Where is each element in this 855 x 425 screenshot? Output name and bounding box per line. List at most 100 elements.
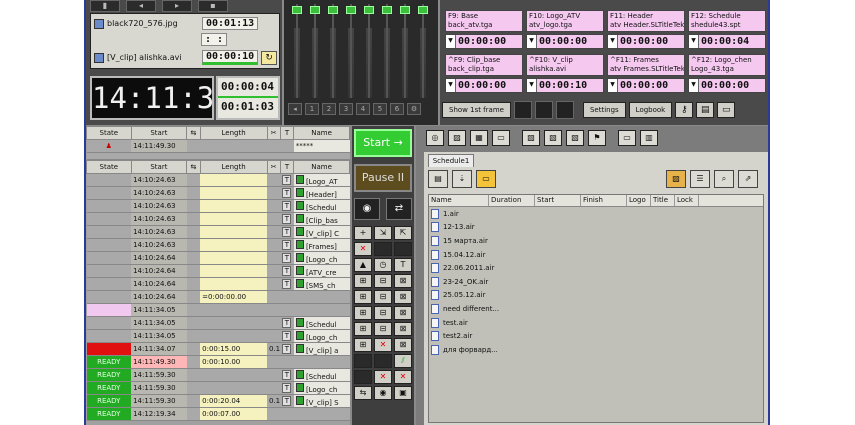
t-cell[interactable]: T xyxy=(280,225,294,239)
fkey-card[interactable]: ^F12: Logo_chen Logo_43.tga ▼ 00:00:00 xyxy=(688,54,766,96)
dropdown-icon[interactable]: ▼ xyxy=(446,79,456,92)
pause-button[interactable]: Pause II xyxy=(354,164,412,192)
search-icon[interactable]: ⌕ xyxy=(714,170,734,188)
table-row[interactable]: 14:10:24.63 T [Logo_AT xyxy=(86,173,350,187)
tool-icon[interactable]: ⊠ xyxy=(394,274,412,288)
tool-icon[interactable]: ⇲ xyxy=(374,226,392,240)
delete-icon[interactable]: ✕ xyxy=(374,338,392,352)
fader[interactable] xyxy=(310,4,320,98)
col-start[interactable]: Start xyxy=(130,126,188,140)
dropdown-icon[interactable]: ▼ xyxy=(608,35,618,48)
picture-icon[interactable]: ▧ xyxy=(544,130,562,146)
text-toggle-icon[interactable]: T xyxy=(282,188,292,198)
col-logo[interactable]: Logo xyxy=(627,195,651,206)
fader-knob[interactable] xyxy=(310,6,320,14)
table-row[interactable]: 14:10:24.63 T [Frames] xyxy=(86,238,350,252)
fader-knob[interactable] xyxy=(364,6,374,14)
table-row[interactable]: 14:10:24.64 =0:00:00.00 xyxy=(86,290,350,304)
table-row[interactable]: 14:10:24.64 T [SMS_ch xyxy=(86,277,350,291)
text-icon[interactable]: T xyxy=(394,258,412,272)
clip-row-1[interactable]: black720_576.jpg 00:01:13 xyxy=(94,17,259,30)
list-item[interactable]: test2.air xyxy=(429,329,763,343)
tool-icon[interactable]: ▲ xyxy=(354,258,372,272)
t-cell[interactable]: T xyxy=(280,342,294,356)
text-toggle-icon[interactable]: T xyxy=(282,201,292,211)
col-name[interactable]: Name xyxy=(293,126,350,140)
col-finish[interactable]: Finish xyxy=(581,195,627,206)
clip-row-2[interactable]: [V_clip] alishka.avi 00:00:10 ↻ xyxy=(94,50,278,65)
save-icon[interactable]: ▣ xyxy=(394,386,412,400)
list-item[interactable]: need different... xyxy=(429,302,763,316)
text-toggle-icon[interactable]: T xyxy=(282,253,292,263)
fkey-card[interactable]: F10: Logo_ATV atv_logo.tga ▼ 00:00:00 xyxy=(526,10,604,52)
col-state[interactable]: State xyxy=(86,160,132,174)
t-cell[interactable]: T xyxy=(280,186,294,200)
dropdown-icon[interactable]: ▼ xyxy=(527,79,537,92)
list-item[interactable]: 15 марта.air xyxy=(429,234,763,248)
text-toggle-icon[interactable]: T xyxy=(282,175,292,185)
fader[interactable] xyxy=(418,4,428,98)
import-icon[interactable]: ⇣ xyxy=(452,170,472,188)
table-row[interactable]: READY 14:11:49.30 0:00:10.00 xyxy=(86,355,350,369)
fader-knob[interactable] xyxy=(382,6,392,14)
network-icon[interactable]: ⚑ xyxy=(588,130,606,146)
fader[interactable] xyxy=(382,4,392,98)
delete-icon[interactable]: ✕ xyxy=(374,370,392,384)
fkey-card[interactable]: ^F11: Frames atv Frames.SLTitleTek ▼ 00:00:… xyxy=(607,54,685,96)
tool-icon[interactable]: ⊞ xyxy=(354,290,372,304)
table-row[interactable]: 14:10:24.63 T [Header] xyxy=(86,186,350,200)
tool-icon[interactable]: ⊞ xyxy=(354,338,372,352)
mixer-channel-6[interactable]: 6 xyxy=(390,103,404,115)
fader-knob[interactable] xyxy=(328,6,338,14)
tool-icon[interactable]: ⊟ xyxy=(374,306,392,320)
t-cell[interactable] xyxy=(280,355,294,369)
table-row[interactable]: 14:11:34.07 0:00:15.000.10T [V_clip] a xyxy=(86,342,350,356)
logbook-button[interactable]: Logbook xyxy=(628,102,673,118)
key-icon[interactable]: ⚷ xyxy=(675,102,694,118)
mixer-channel-5[interactable]: 5 xyxy=(373,103,387,115)
t-cell[interactable]: T xyxy=(280,368,294,382)
table-row[interactable]: READY 14:11:59.30 T [Logo_ch xyxy=(86,381,350,395)
table-row[interactable]: 14:10:24.63 T [V_clip] C xyxy=(86,225,350,239)
list-item[interactable]: 12-13.air xyxy=(429,221,763,235)
col-title[interactable]: Title xyxy=(651,195,675,206)
t-cell[interactable]: T xyxy=(280,212,294,226)
mixer-prev-button[interactable]: ◂ xyxy=(288,103,302,115)
show-first-frame-button[interactable]: Show 1st frame xyxy=(442,102,511,118)
text-toggle-icon[interactable]: T xyxy=(282,383,292,393)
dropdown-icon[interactable]: ▼ xyxy=(446,35,456,48)
tool-icon[interactable]: ⇱ xyxy=(394,226,412,240)
preview-button-2[interactable]: ◂ xyxy=(126,0,156,12)
film-icon[interactable]: ▦ xyxy=(470,130,488,146)
tool-icon[interactable]: ⊠ xyxy=(394,322,412,336)
t-cell[interactable] xyxy=(280,407,294,421)
text-toggle-icon[interactable]: T xyxy=(282,214,292,224)
table-row[interactable]: READY 14:12:19.34 0:00:07.00 xyxy=(86,407,350,421)
table-row[interactable]: 14:10:24.63 T [Clip_bas xyxy=(86,212,350,226)
text-toggle-icon[interactable]: T xyxy=(282,227,292,237)
fader-knob[interactable] xyxy=(418,6,428,14)
fader[interactable] xyxy=(364,4,374,98)
blank-button[interactable] xyxy=(513,101,532,119)
chart-icon[interactable]: ▥ xyxy=(640,130,658,146)
tab-schedule1[interactable]: Schedule1 xyxy=(428,154,474,167)
list-item[interactable]: 23-24_OK.air xyxy=(429,275,763,289)
text-toggle-icon[interactable]: T xyxy=(282,279,292,289)
image-icon[interactable]: ▨ xyxy=(448,130,466,146)
dropdown-icon[interactable]: ▼ xyxy=(608,79,618,92)
text-toggle-icon[interactable]: T xyxy=(282,240,292,250)
tool-icon[interactable]: ⊞ xyxy=(354,306,372,320)
start-button[interactable]: Start → xyxy=(354,129,412,157)
list-icon[interactable]: ☰ xyxy=(690,170,710,188)
t-cell[interactable]: T xyxy=(280,316,294,330)
text-toggle-icon[interactable]: T xyxy=(282,318,292,328)
tool-icon[interactable]: ⫽ xyxy=(394,354,412,368)
table-row[interactable]: READY 14:11:59.30 T [Schedul xyxy=(86,368,350,382)
text-toggle-icon[interactable]: T xyxy=(282,370,292,380)
t-cell[interactable]: T xyxy=(280,264,294,278)
t-cell[interactable]: T xyxy=(280,251,294,265)
t-cell[interactable]: T xyxy=(280,199,294,213)
mixer-channel-1[interactable]: 1 xyxy=(305,103,319,115)
table-row[interactable]: 14:10:24.64 T [Logo_ch xyxy=(86,251,350,265)
table-row[interactable]: 14:10:24.64 T [ATV_cre xyxy=(86,264,350,278)
